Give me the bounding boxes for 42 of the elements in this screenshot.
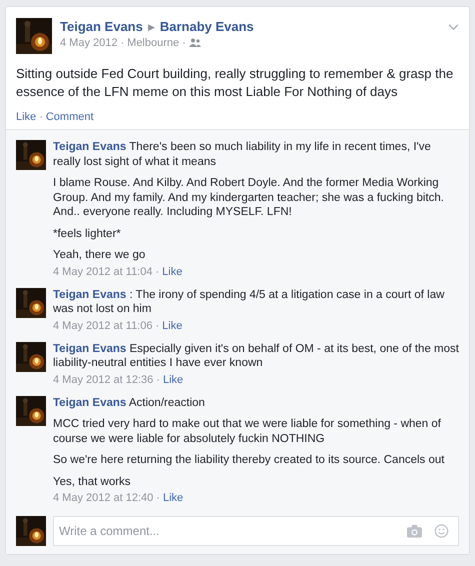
arrow-icon: ▶ — [148, 22, 155, 32]
commenter-link[interactable]: Teigan Evans — [53, 288, 126, 300]
separator-dot: · — [156, 491, 160, 506]
action-link[interactable]: Comment — [46, 111, 94, 123]
like-link[interactable]: Like — [162, 318, 182, 334]
recipient-link[interactable]: Barnaby Evans — [160, 19, 254, 34]
separator-dot: · — [120, 37, 124, 49]
like-link[interactable]: Like — [162, 491, 184, 506]
post-text: Sitting outside Fed Court building, really struggling to remember & grasp the essence of the LFN meme on this most Liable For Nothing of days — [16, 65, 454, 101]
comment-text: So we're here returning the liability thereby created to its source. Cancels out — [53, 453, 446, 468]
action-link[interactable]: Like — [16, 111, 36, 123]
comment-time: 4 May 2012 at 11:04 — [53, 264, 152, 280]
author-link[interactable]: Teigan Evans — [60, 19, 143, 34]
separator-dot: · — [39, 111, 43, 123]
commenter-link[interactable]: Teigan Evans — [53, 396, 126, 408]
comment-time: 4 May 2012 at 12:40 — [53, 491, 154, 506]
post-location[interactable]: Melbourne — [127, 37, 180, 49]
comment-text: *feels lighter* — [53, 226, 122, 241]
commenter-link[interactable]: Teigan Evans — [53, 141, 126, 153]
commenter-link[interactable]: Teigan Evans — [53, 342, 126, 354]
camera-icon[interactable] — [407, 524, 422, 538]
separator-dot: · — [155, 264, 160, 280]
comment-text: MCC tried very hard to make out that we were liable for something - when of course we were liable for absolutely fuckin NOTHING — [53, 417, 442, 446]
like-link[interactable]: Like — [162, 264, 182, 280]
comment-text: Yes, that works — [53, 474, 132, 489]
separator-dot: · — [182, 37, 186, 49]
comment-text: Teigan Evans There's been so much liability in my life in recent times, I've really lost sight of what it means — [53, 140, 432, 169]
friends-icon[interactable] — [188, 38, 201, 48]
comment-time: 4 May 2012 at 11:06 — [53, 318, 152, 334]
comment-field[interactable]: Write a comment... — [53, 516, 459, 546]
comment-text: I blame Rouse. And Kilby. And Robert Doyle. And the former Media Working Group. And my family. And my kindergarten teacher; she was a fucking bitch. And.. everyone really. Including MYSELF. LFN! — [53, 176, 445, 220]
like-link[interactable]: Like — [162, 372, 184, 388]
comment-text: Teigan Evans : The irony of spending 4/5 at a litigation case in a court of law was not lost on him — [53, 288, 446, 316]
comment-text: Teigan Evans Action/reaction — [53, 396, 206, 410]
comment-text: Teigan Evans Especially given it's on behalf of OM - at its best, one of the most liability-neutral entities I have ever known — [53, 342, 459, 370]
post-date[interactable]: 4 May 2012 — [60, 37, 118, 49]
comment-time: 4 May 2012 at 12:36 — [53, 372, 154, 388]
separator-dot: · — [155, 318, 160, 334]
separator-dot: · — [156, 372, 160, 388]
smiley-icon[interactable] — [434, 524, 449, 538]
comment-text: Yeah, there we go — [53, 248, 146, 262]
chevron-icon[interactable] — [448, 24, 459, 31]
